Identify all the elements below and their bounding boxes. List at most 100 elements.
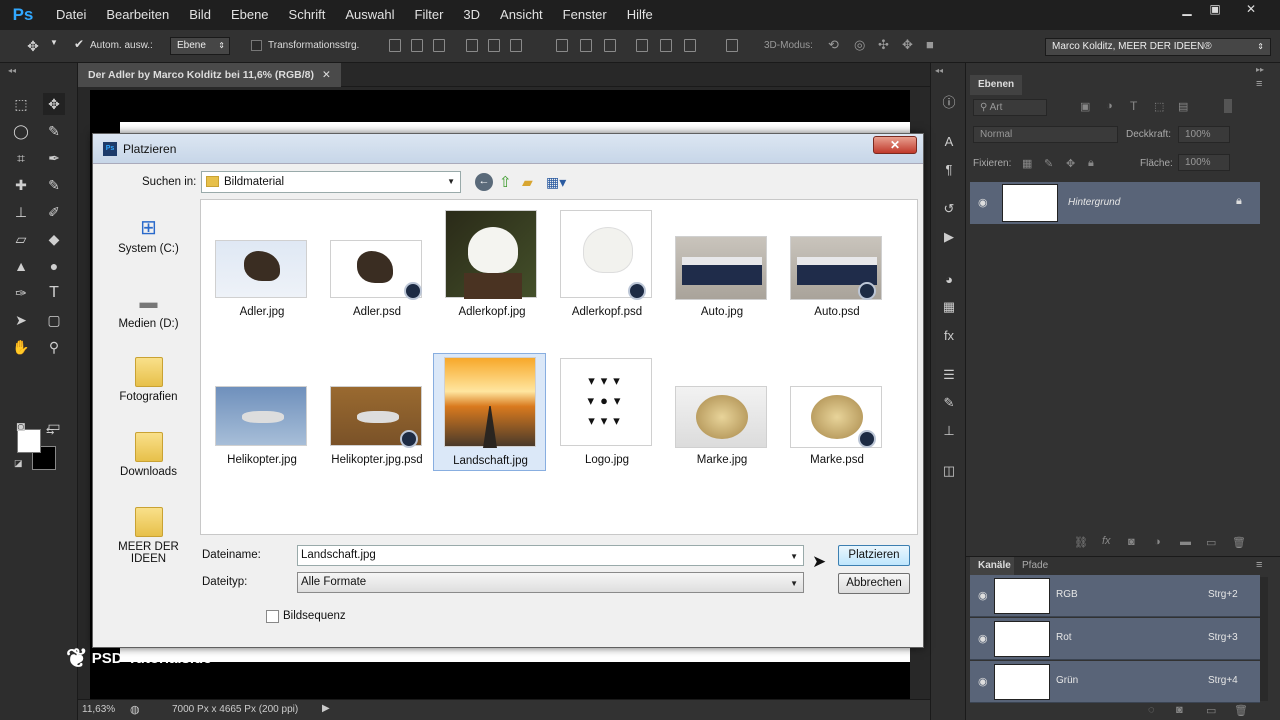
align-bottom-icon[interactable] [433, 39, 445, 52]
new-folder-icon[interactable]: ▰ [522, 174, 533, 191]
align-top-icon[interactable] [389, 39, 401, 52]
new-adjustment-icon[interactable]: ◑ [1154, 536, 1161, 548]
tab-layers[interactable]: Ebenen [970, 75, 1023, 95]
move-tool-icon[interactable]: ✥ [43, 93, 65, 115]
menu-datei[interactable]: Datei [46, 0, 96, 30]
lock-pixels-icon[interactable]: ✎ [1044, 157, 1053, 170]
character-icon[interactable]: A [938, 131, 960, 151]
workspace-select[interactable]: Marco Kolditz, MEER DER IDEEN® ⇕ [1045, 38, 1271, 56]
layer-fx-icon[interactable]: fx [1102, 535, 1111, 547]
eraser-tool-icon[interactable]: ▱ [10, 228, 32, 250]
distribute-hcenter-icon[interactable] [660, 39, 672, 52]
image-sequence-checkbox[interactable] [266, 610, 279, 623]
visibility-eye-icon[interactable]: ◉ [978, 632, 988, 645]
new-layer-icon[interactable]: ▭ [1206, 536, 1216, 549]
menu-bild[interactable]: Bild [179, 0, 221, 30]
align-hcenter-icon[interactable] [488, 39, 500, 52]
lock-transparent-icon[interactable]: ▦ [1022, 157, 1032, 170]
lock-all-icon[interactable]: 🔒︎ [1088, 157, 1094, 170]
filter-shape-icon[interactable]: ⬚ [1154, 100, 1164, 113]
channel-row-rgb[interactable]: ◉ RGB Strg+2 [970, 575, 1260, 617]
delete-channel-icon[interactable]: 🗑︎ [1234, 704, 1248, 717]
3d-panel-icon[interactable]: ◫ [938, 461, 960, 481]
distribute-bottom-icon[interactable] [604, 39, 616, 52]
marquee-tool-icon[interactable]: ⬚ [10, 93, 32, 115]
panel-menu-icon[interactable]: ≡ [1256, 78, 1262, 90]
new-group-icon[interactable]: ▬ [1180, 536, 1191, 548]
place-medien-d[interactable]: ▬ Medien (D:) [102, 292, 195, 330]
file-auto-psd[interactable]: Auto.psd [784, 210, 890, 328]
fill-input[interactable]: 100% [1178, 154, 1230, 171]
tool-preset-dropdown-icon[interactable]: ▼ [50, 38, 58, 47]
align-vcenter-icon[interactable] [411, 39, 423, 52]
clone-stamp-icon[interactable]: ⊥ [10, 201, 32, 223]
history-brush-icon[interactable]: ✐ [43, 201, 65, 223]
file-auto-jpg[interactable]: Auto.jpg [669, 210, 775, 328]
menu-bearbeiten[interactable]: Bearbeiten [96, 0, 179, 30]
menu-ansicht[interactable]: Ansicht [490, 0, 553, 30]
paint-bucket-icon[interactable]: ◆ [43, 228, 65, 250]
dodge-tool-icon[interactable]: ● [43, 255, 65, 277]
swatches-icon[interactable]: ▦ [938, 297, 960, 317]
pen-tool-icon[interactable]: ✑ [10, 282, 32, 304]
file-helikopter-jpg-psd[interactable]: Helikopter.jpg.psd [324, 358, 430, 476]
status-menu-icon[interactable]: ▶ [322, 703, 330, 714]
adjustments-icon[interactable]: ☰ [938, 365, 960, 385]
blur-tool-icon[interactable]: ▲ [10, 255, 32, 277]
screen-mode-icon[interactable]: ▭ [43, 415, 65, 437]
file-logo-jpg[interactable]: ▾▾▾ ▾●▾ ▾▾▾ Logo.jpg [554, 358, 660, 476]
menu-hilfe[interactable]: Hilfe [617, 0, 663, 30]
panel-menu-icon[interactable]: ≡ [1256, 559, 1262, 571]
place-downloads[interactable]: Downloads [102, 432, 195, 478]
channels-scrollbar[interactable] [1260, 577, 1268, 701]
move-tool-preset-icon[interactable]: ✥ [22, 35, 44, 57]
filetype-select[interactable]: Alle Formate ▼ [297, 572, 804, 593]
filter-pixel-icon[interactable]: ▣ [1080, 100, 1090, 113]
paragraph-icon[interactable]: ¶ [938, 159, 960, 179]
view-menu-icon[interactable]: ▦▾ [546, 174, 566, 191]
path-select-icon[interactable]: ➤ [10, 309, 32, 331]
load-selection-icon[interactable]: ◌ [1148, 704, 1155, 716]
place-fotografien[interactable]: Fotografien [102, 357, 195, 403]
new-channel-icon[interactable]: ▭ [1206, 704, 1216, 717]
channel-row-red[interactable]: ◉ Rot Strg+3 [970, 618, 1260, 660]
cancel-button[interactable]: Abbrechen [838, 573, 910, 594]
layer-row-background[interactable]: ◉ Hintergrund 🔒︎ [970, 182, 1260, 224]
3d-camera-icon[interactable]: ■ [926, 37, 934, 52]
file-marke-jpg[interactable]: Marke.jpg [669, 358, 775, 476]
close-window-icon[interactable]: ✕ [1236, 0, 1266, 18]
opacity-input[interactable]: 100% [1178, 126, 1230, 143]
zoom-tool-icon[interactable]: ⚲ [43, 336, 65, 358]
visibility-eye-icon[interactable]: ◉ [978, 589, 988, 602]
distribute-right-icon[interactable] [684, 39, 696, 52]
menu-ebene[interactable]: Ebene [221, 0, 279, 30]
expand-icon[interactable]: ◂◂ [935, 66, 943, 75]
lock-position-icon[interactable]: ✥ [1066, 157, 1075, 170]
styles-fx-icon[interactable]: fx [938, 325, 960, 345]
menu-filter[interactable]: Filter [405, 0, 454, 30]
menu-3d[interactable]: 3D [453, 0, 490, 30]
3d-pan-icon[interactable]: ✣ [878, 37, 889, 53]
quick-select-tool-icon[interactable]: ✎ [43, 120, 65, 142]
auto-select-target-select[interactable]: Ebene ⇕ [170, 37, 230, 55]
menu-fenster[interactable]: Fenster [553, 0, 617, 30]
tab-paths[interactable]: Pfade [1014, 557, 1057, 575]
crop-tool-icon[interactable]: ⌗ [10, 147, 32, 169]
auto-align-icon[interactable] [726, 39, 738, 52]
delete-layer-icon[interactable]: 🗑︎ [1232, 536, 1246, 549]
filter-smart-icon[interactable]: ▤ [1178, 100, 1188, 113]
document-tab[interactable]: Der Adler by Marco Kolditz bei 11,6% (RG… [78, 63, 341, 87]
place-system-c[interactable]: ⊞ System (C:) [102, 215, 195, 255]
visibility-eye-icon[interactable]: ◉ [978, 675, 988, 688]
add-mask-icon[interactable]: ◙ [1128, 536, 1135, 548]
eyedropper-tool-icon[interactable]: ✒ [43, 147, 65, 169]
shape-tool-icon[interactable]: ▢ [43, 309, 65, 331]
hand-tool-icon[interactable]: ✋ [10, 336, 32, 358]
link-layers-icon[interactable]: ⛓ [1074, 536, 1088, 549]
filter-type-icon[interactable]: T [1130, 99, 1137, 113]
filename-input[interactable]: Landschaft.jpg ▼ [297, 545, 804, 566]
file-landschaft-jpg[interactable]: Landschaft.jpg [433, 353, 546, 471]
3d-roll-icon[interactable]: ◎ [854, 37, 865, 53]
3d-orbit-icon[interactable]: ⟲ [828, 37, 839, 53]
close-tab-icon[interactable]: ✕ [322, 69, 331, 81]
